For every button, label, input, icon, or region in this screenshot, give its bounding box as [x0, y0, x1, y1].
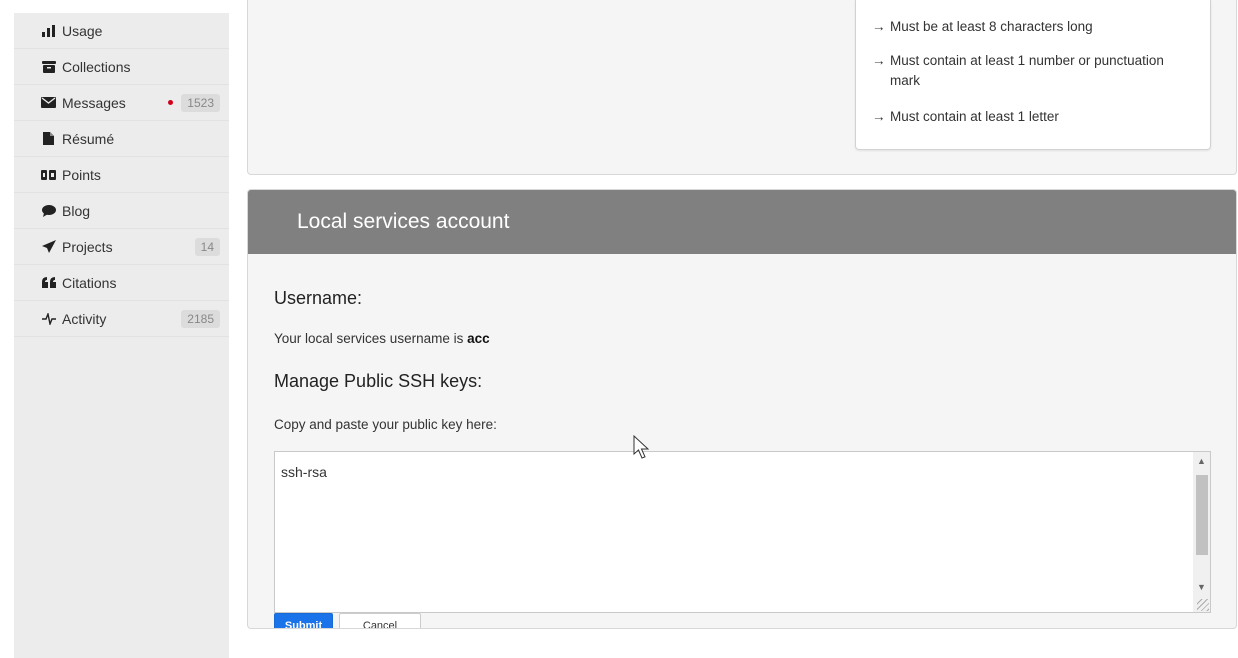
unread-dot [168, 100, 174, 105]
quote-icon [41, 275, 56, 290]
sidebar-item-citations[interactable]: Citations [14, 265, 229, 301]
sidebar-item-label: Projects [62, 238, 113, 255]
sidebar-item-resume[interactable]: Résumé [14, 121, 229, 157]
scroll-up-icon[interactable]: ▲ [1193, 452, 1210, 469]
arrow-icon: → [872, 109, 886, 124]
sidebar-item-projects[interactable]: Projects 14 [14, 229, 229, 265]
sidebar-item-label: Blog [62, 202, 91, 219]
sidebar-item-label: Résumé [62, 130, 115, 147]
password-rule: → Must contain at least 1 number or punc… [872, 51, 1172, 91]
mouse-cursor-icon [633, 435, 650, 459]
ssh-keys-heading: Manage Public SSH keys: [274, 371, 483, 391]
password-rule: → Must contain at least 1 letter [872, 107, 1059, 127]
panel-header: Local services account [248, 190, 1236, 254]
sidebar-item-label: Messages [62, 94, 126, 111]
document-icon [41, 131, 56, 146]
sidebar-item-messages[interactable]: Messages 1523 [14, 85, 229, 121]
pulse-icon [41, 311, 56, 326]
password-panel: → Must be at least 8 characters long → M… [247, 0, 1237, 175]
envelope-icon [41, 95, 56, 110]
sidebar-item-label: Usage [62, 22, 103, 39]
comment-icon [41, 203, 56, 218]
bar-chart-icon [41, 23, 56, 38]
scroll-thumb[interactable] [1196, 475, 1208, 555]
scroll-down-icon[interactable]: ▼ [1193, 578, 1210, 595]
textarea-scrollbar[interactable]: ▲ ▼ [1193, 452, 1210, 612]
ssh-key-textarea[interactable]: ssh-rsa ▲ ▼ [274, 451, 1211, 613]
count-badge: 14 [194, 237, 220, 256]
archive-icon [41, 59, 56, 74]
sidebar-item-label: Citations [62, 274, 117, 291]
local-services-panel: Local services account Username: Your lo… [247, 189, 1237, 629]
submit-button[interactable]: Submit [274, 613, 333, 628]
points-icon [41, 167, 56, 182]
panel-title: Local services account [297, 210, 510, 233]
paper-plane-icon [41, 239, 56, 254]
password-rule: → Must be at least 8 characters long [872, 17, 1093, 37]
sidebar-item-label: Points [62, 166, 101, 183]
ssh-instruction: Copy and paste your public key here: [274, 417, 497, 432]
cancel-button[interactable]: Cancel [339, 613, 421, 628]
count-badge: 1523 [181, 93, 220, 112]
sidebar-item-collections[interactable]: Collections [14, 49, 229, 85]
username-value: acc [467, 331, 490, 346]
sidebar-item-label: Collections [62, 58, 131, 75]
username-text: Your local services username is acc [274, 331, 490, 346]
count-badge: 2185 [181, 309, 220, 328]
sidebar: Usage Collections Messages 1523 Résumé P… [14, 13, 229, 658]
resize-grip-icon[interactable] [1197, 599, 1209, 611]
sidebar-item-blog[interactable]: Blog [14, 193, 229, 229]
username-heading: Username: [274, 288, 363, 308]
ssh-key-value: ssh-rsa [281, 464, 327, 480]
sidebar-item-label: Activity [62, 310, 107, 327]
sidebar-item-activity[interactable]: Activity 2185 [14, 301, 229, 337]
arrow-icon: → [872, 53, 886, 68]
sidebar-item-points[interactable]: Points [14, 157, 229, 193]
password-rules-box: → Must be at least 8 characters long → M… [855, 0, 1211, 150]
arrow-icon: → [872, 19, 886, 34]
sidebar-item-usage[interactable]: Usage [14, 13, 229, 49]
